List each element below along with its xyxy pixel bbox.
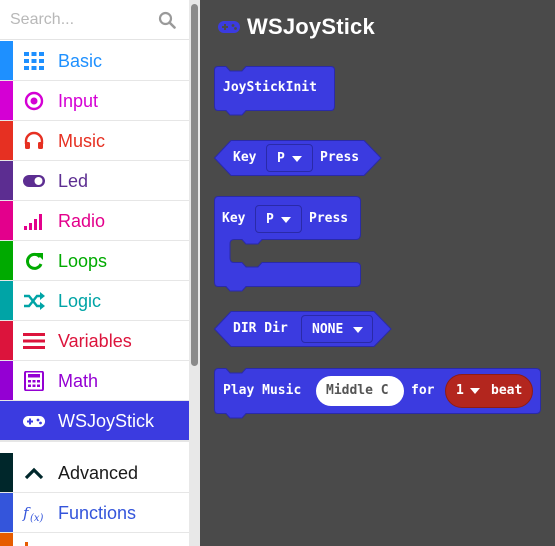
- search-icon[interactable]: [158, 11, 176, 29]
- category-loops[interactable]: Loops: [0, 241, 189, 281]
- category-functions[interactable]: f (x) Functions: [0, 493, 189, 533]
- beat-dropdown[interactable]: 1 beat: [445, 374, 533, 408]
- category-partial[interactable]: [0, 533, 189, 546]
- dir-dropdown[interactable]: NONE: [301, 315, 373, 343]
- category-color-bar: [0, 201, 13, 240]
- category-color-bar: [0, 41, 13, 80]
- note-picker[interactable]: Middle C: [316, 376, 404, 406]
- dropdown-caret-icon: [292, 156, 302, 162]
- lines-icon: [23, 333, 45, 349]
- beat-unit: beat: [491, 383, 523, 398]
- category-color-bar: [0, 81, 13, 120]
- category-wsjoystick[interactable]: WSJoyStick: [0, 401, 189, 441]
- dropdown-caret-icon: [281, 217, 291, 223]
- dropdown-value: NONE: [312, 322, 344, 337]
- block-on-key-press[interactable]: Key P Press: [214, 196, 361, 292]
- toolbox-scrollbar-thumb[interactable]: [191, 4, 198, 366]
- category-color-bar: [0, 533, 13, 546]
- svg-text:(x): (x): [30, 513, 44, 523]
- category-color-bar: [0, 361, 13, 400]
- headphones-icon: [24, 131, 44, 149]
- block-label-key: Key: [222, 211, 246, 226]
- category-label: Led: [58, 171, 89, 191]
- category-label: WSJoyStick: [58, 411, 155, 431]
- category-music[interactable]: Music: [0, 121, 189, 161]
- block-dir[interactable]: DIR Dir NONE: [214, 311, 392, 347]
- category-label: Loops: [58, 251, 108, 271]
- gamepad-icon: [23, 416, 45, 427]
- dropdown-caret-icon: [353, 327, 363, 333]
- category-advanced[interactable]: Advanced: [0, 453, 189, 493]
- category-label: Music: [58, 131, 106, 151]
- toggle-icon: [23, 175, 45, 187]
- block-label-key: Key: [233, 150, 257, 165]
- category-label: Logic: [58, 291, 102, 311]
- flyout-title: WSJoyStick: [217, 12, 375, 42]
- list-icon: [25, 542, 28, 546]
- category-label: Functions: [58, 503, 137, 523]
- grid-icon: [24, 52, 44, 70]
- loop-arrow-icon: [26, 252, 43, 270]
- note-value: Middle C: [326, 383, 389, 398]
- category-math[interactable]: Math: [0, 361, 189, 401]
- block-label-play: Play Music: [223, 383, 302, 398]
- block-label-for: for: [411, 383, 435, 398]
- category-variables[interactable]: Variables: [0, 321, 189, 361]
- search-input[interactable]: [10, 9, 150, 31]
- block-label-press: Press: [320, 150, 360, 165]
- dropdown-caret-icon: [470, 388, 480, 394]
- block-key-pressed[interactable]: Key P Press: [214, 140, 382, 176]
- block-label-press: Press: [309, 211, 349, 226]
- shuffle-icon: [24, 292, 45, 310]
- category-basic[interactable]: Basic: [0, 41, 189, 81]
- category-led[interactable]: Led: [0, 161, 189, 201]
- category-label: Variables: [58, 331, 132, 351]
- search-box: [0, 0, 189, 40]
- dropdown-value: P: [266, 212, 274, 227]
- key-dropdown[interactable]: P: [266, 144, 313, 172]
- beat-value: 1: [456, 383, 464, 398]
- chevron-up-icon: [24, 467, 44, 480]
- category-label: Input: [58, 91, 99, 111]
- flyout-title-text: WSJoyStick: [247, 14, 375, 39]
- block-joystick-init[interactable]: JoyStickInit: [214, 66, 335, 116]
- category-color-bar: [0, 401, 13, 440]
- gamepad-icon: [218, 21, 240, 33]
- block-label: JoyStickInit: [223, 80, 317, 95]
- category-radio[interactable]: Radio: [0, 201, 189, 241]
- category-color-bar: [0, 493, 13, 532]
- category-input[interactable]: Input: [0, 81, 189, 121]
- dropdown-value: P: [277, 151, 285, 166]
- makecode-editor: Basic Input Music: [0, 0, 555, 546]
- calculator-icon: [24, 371, 44, 391]
- category-logic[interactable]: Logic: [0, 281, 189, 321]
- block-play-music[interactable]: Play Music Middle C for 1 beat: [214, 368, 541, 420]
- category-color-bar: [0, 121, 13, 160]
- category-color-bar: [0, 281, 13, 320]
- category-label: Basic: [58, 51, 103, 71]
- function-icon: f (x): [22, 504, 44, 523]
- category-label: Radio: [58, 211, 106, 231]
- category-label: Math: [58, 371, 99, 391]
- toolbox-separator: [0, 441, 189, 453]
- category-color-bar: [0, 321, 13, 360]
- category-color-bar: [0, 161, 13, 200]
- radio-dot-icon: [24, 91, 44, 111]
- category-label: Advanced: [58, 463, 139, 483]
- block-label-dir: DIR Dir: [233, 321, 288, 336]
- category-color-bar: [0, 453, 13, 492]
- signal-bars-icon: [24, 214, 42, 230]
- category-color-bar: [0, 241, 13, 280]
- toolbox: Basic Input Music: [0, 0, 200, 546]
- key-dropdown[interactable]: P: [255, 205, 302, 233]
